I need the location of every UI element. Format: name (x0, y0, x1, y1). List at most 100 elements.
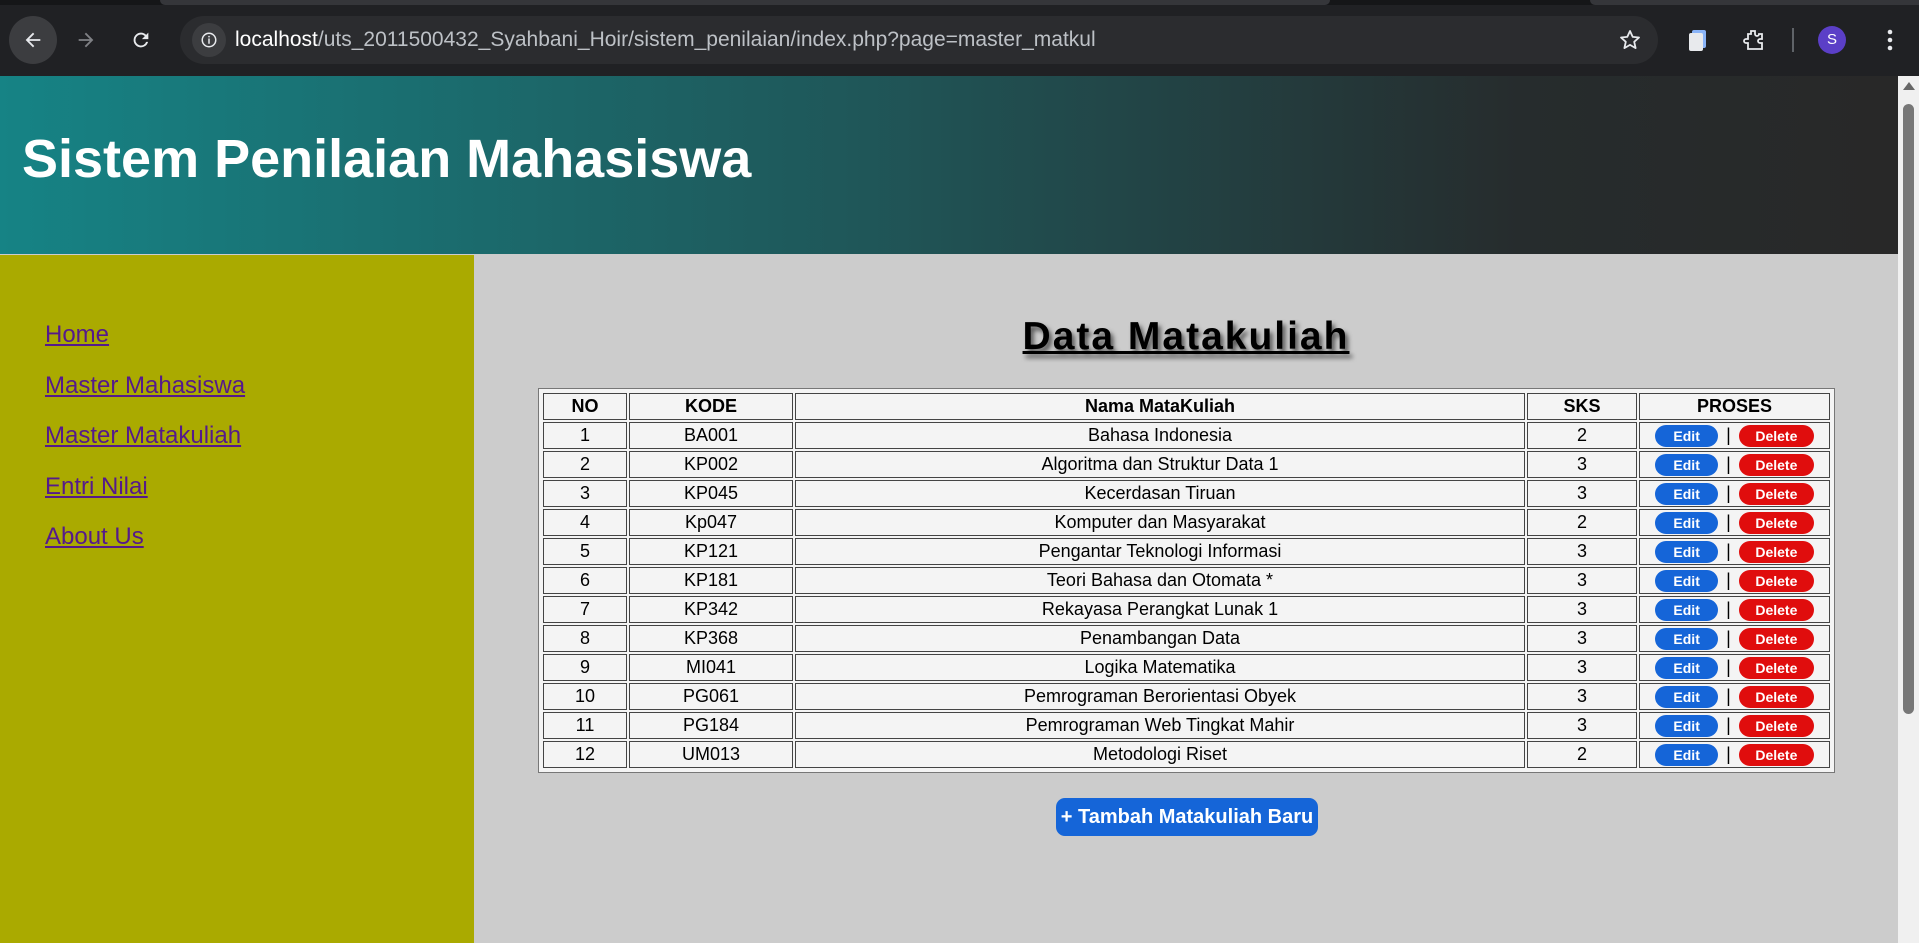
table-row: 6 KP181 Teori Bahasa dan Otomata * 3 Edit | De… (543, 567, 1830, 594)
column-header-nama: Nama MataKuliah (795, 393, 1525, 420)
site-header: Sistem Penilaian Mahasiswa (0, 76, 1898, 254)
more-menu-icon[interactable] (1876, 26, 1904, 54)
edit-button[interactable]: Edit (1655, 598, 1719, 621)
delete-button[interactable]: Delete (1738, 482, 1814, 505)
cell-kode: KP181 (629, 567, 793, 594)
scroll-up-arrow-icon[interactable] (1903, 82, 1915, 90)
edit-button[interactable]: Edit (1655, 685, 1719, 708)
edit-button[interactable]: Edit (1655, 656, 1719, 679)
table-header-row: NO KODE Nama MataKuliah SKS PROSES (543, 393, 1830, 420)
vertical-scrollbar[interactable] (1898, 76, 1919, 943)
site-title: Sistem Penilaian Mahasiswa (22, 129, 752, 189)
cell-no: 3 (543, 480, 627, 507)
cell-sks: 3 (1527, 451, 1637, 478)
delete-button[interactable]: Delete (1738, 714, 1814, 737)
cell-no: 12 (543, 741, 627, 768)
sidebar-nav: Home Master Mahasiswa Master Matakuliah … (0, 255, 474, 943)
column-header-proses: PROSES (1639, 393, 1830, 420)
edit-button[interactable]: Edit (1655, 511, 1719, 534)
tab-strip-right (1590, 0, 1919, 5)
edit-button[interactable]: Edit (1655, 424, 1719, 447)
url-text[interactable]: localhost/uts_2011500432_Syahbani_Hoir/s… (235, 16, 1096, 64)
column-header-sks: SKS (1527, 393, 1637, 420)
cell-no: 8 (543, 625, 627, 652)
cell-nama: Teori Bahasa dan Otomata * (795, 567, 1525, 594)
delete-button[interactable]: Delete (1738, 453, 1814, 476)
forward-button[interactable] (62, 16, 110, 64)
cell-kode: UM013 (629, 741, 793, 768)
cell-proses: Edit | Delete (1639, 683, 1830, 710)
delete-button[interactable]: Delete (1738, 685, 1814, 708)
table-row: 7 KP342 Rekayasa Perangkat Lunak 1 3 Edit | De… (543, 596, 1830, 623)
cell-proses: Edit | Delete (1639, 712, 1830, 739)
cell-no: 4 (543, 509, 627, 536)
cell-kode: Kp047 (629, 509, 793, 536)
reload-button[interactable] (117, 16, 165, 64)
cell-proses: Edit | Delete (1639, 654, 1830, 681)
delete-button[interactable]: Delete (1738, 424, 1814, 447)
edit-button[interactable]: Edit (1655, 482, 1719, 505)
cell-nama: Bahasa Indonesia (795, 422, 1525, 449)
cell-proses: Edit | Delete (1639, 741, 1830, 768)
browser-toolbar: localhost/uts_2011500432_Syahbani_Hoir/s… (0, 0, 1919, 76)
sidebar-link-entri-nilai[interactable]: Entri Nilai (45, 473, 148, 501)
extension-icon[interactable] (1685, 26, 1713, 54)
site-info-icon[interactable] (192, 23, 226, 57)
sidebar-link-master-mahasiswa[interactable]: Master Mahasiswa (45, 372, 245, 400)
cell-sks: 2 (1527, 741, 1637, 768)
sidebar-link-about-us[interactable]: About Us (45, 523, 144, 551)
cell-sks: 3 (1527, 625, 1637, 652)
cell-kode: MI041 (629, 654, 793, 681)
column-header-no: NO (543, 393, 627, 420)
cell-nama: Komputer dan Masyarakat (795, 509, 1525, 536)
table-row: 4 Kp047 Komputer dan Masyarakat 2 Edit | Delet… (543, 509, 1830, 536)
table-row: 9 MI041 Logika Matematika 3 Edit | Delete (543, 654, 1830, 681)
delete-button[interactable]: Delete (1738, 511, 1814, 534)
delete-button[interactable]: Delete (1738, 627, 1814, 650)
edit-button[interactable]: Edit (1655, 627, 1719, 650)
url-host: localhost (235, 28, 318, 51)
cell-nama: Kecerdasan Tiruan (795, 480, 1525, 507)
cell-sks: 3 (1527, 538, 1637, 565)
delete-button[interactable]: Delete (1738, 743, 1814, 766)
edit-button[interactable]: Edit (1655, 540, 1719, 563)
action-separator: | (1726, 657, 1731, 678)
cell-kode: PG061 (629, 683, 793, 710)
cell-nama: Pemrograman Web Tingkat Mahir (795, 712, 1525, 739)
edit-button[interactable]: Edit (1655, 714, 1719, 737)
edit-button[interactable]: Edit (1655, 569, 1719, 592)
main-content: Data Matakuliah NO KODE Nama MataKuliah … (474, 255, 1898, 943)
action-separator: | (1726, 541, 1731, 562)
cell-nama: Algoritma dan Struktur Data 1 (795, 451, 1525, 478)
arrow-left-icon (25, 32, 41, 48)
delete-button[interactable]: Delete (1738, 656, 1814, 679)
web-page: Sistem Penilaian Mahasiswa Home Master M… (0, 76, 1898, 943)
delete-button[interactable]: Delete (1738, 598, 1814, 621)
profile-avatar[interactable]: S (1818, 26, 1846, 54)
cell-nama: Penambangan Data (795, 625, 1525, 652)
action-separator: | (1726, 686, 1731, 707)
toolbar-divider (1792, 28, 1794, 52)
cell-proses: Edit | Delete (1639, 625, 1830, 652)
extensions-puzzle-icon[interactable] (1740, 26, 1768, 54)
active-tab[interactable] (160, 0, 1330, 5)
action-separator: | (1726, 483, 1731, 504)
cell-no: 2 (543, 451, 627, 478)
action-separator: | (1726, 454, 1731, 475)
action-separator: | (1726, 570, 1731, 591)
delete-button[interactable]: Delete (1738, 569, 1814, 592)
sidebar-link-master-matakuliah[interactable]: Master Matakuliah (45, 422, 241, 450)
scrollbar-thumb[interactable] (1903, 104, 1914, 714)
add-matakuliah-button[interactable]: + Tambah Matakuliah Baru (1056, 798, 1318, 836)
edit-button[interactable]: Edit (1655, 453, 1719, 476)
bookmark-star-icon[interactable] (1618, 28, 1642, 52)
delete-button[interactable]: Delete (1738, 540, 1814, 563)
address-bar[interactable]: localhost/uts_2011500432_Syahbani_Hoir/s… (180, 16, 1658, 64)
edit-button[interactable]: Edit (1655, 743, 1719, 766)
cell-kode: KP121 (629, 538, 793, 565)
cell-no: 7 (543, 596, 627, 623)
back-button[interactable] (9, 16, 57, 64)
sidebar-link-home[interactable]: Home (45, 321, 109, 349)
cell-no: 11 (543, 712, 627, 739)
cell-proses: Edit | Delete (1639, 538, 1830, 565)
